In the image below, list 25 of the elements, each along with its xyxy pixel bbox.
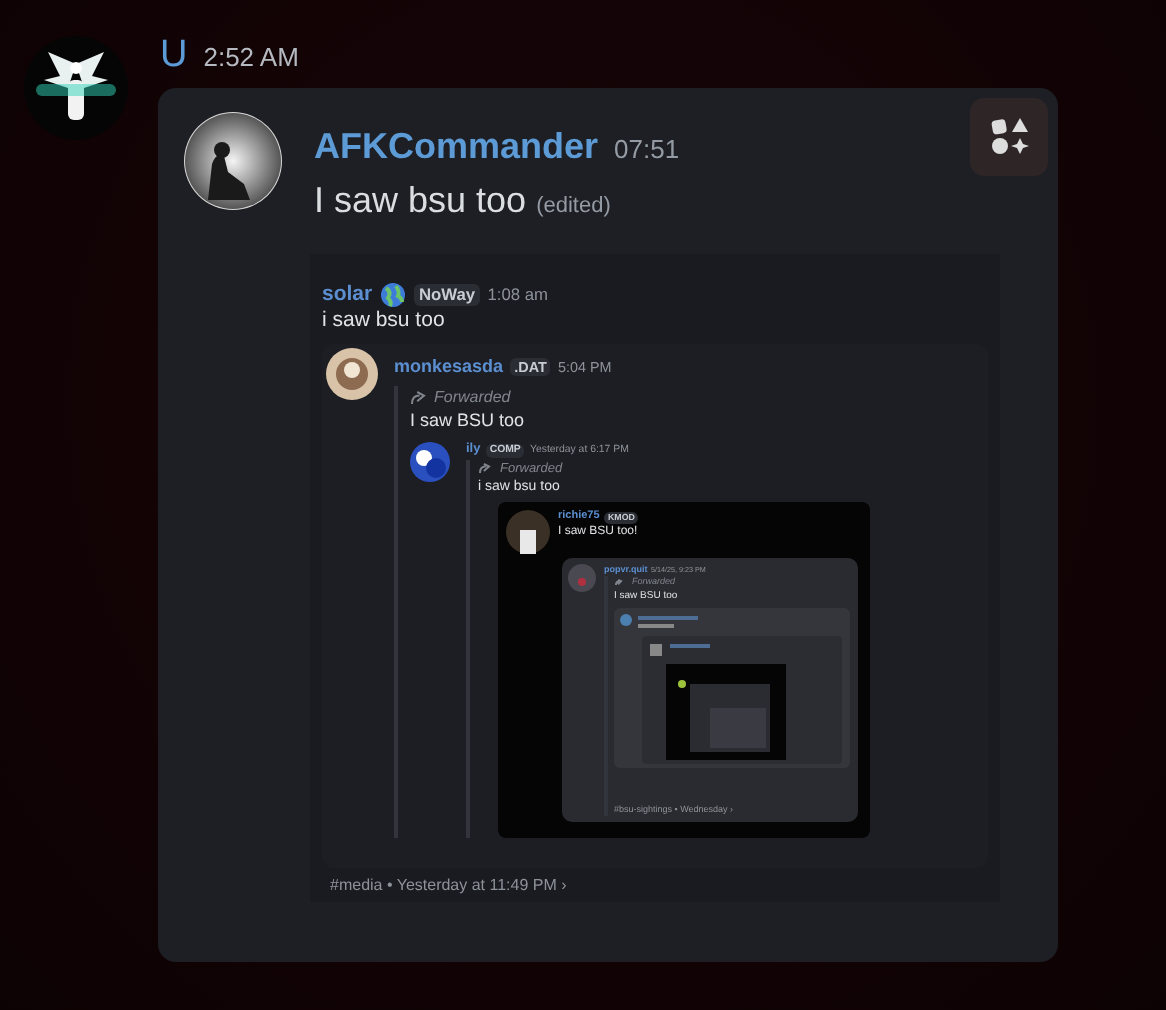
user-avatar — [410, 442, 450, 483]
username[interactable]: monkesasda — [394, 355, 504, 379]
forward-icon — [410, 390, 426, 407]
message-text: I saw BSU too — [410, 410, 527, 435]
timestamp: 1:08 am — [487, 283, 549, 306]
timestamp: 07:51 — [614, 131, 680, 167]
server-avatar — [24, 36, 128, 140]
user-avatar — [506, 510, 550, 555]
timestamp: 2:52 AM — [203, 40, 299, 76]
user-avatar — [568, 564, 596, 593]
channel-link[interactable]: #media • Yesterday at 11:49 PM › — [330, 873, 988, 898]
username[interactable]: solar — [322, 281, 373, 309]
apps-icon — [989, 116, 1029, 156]
username[interactable]: AFKCommander — [314, 119, 599, 173]
forward-icon — [478, 461, 492, 476]
username[interactable]: U — [160, 36, 188, 74]
apps-button[interactable] — [970, 97, 1048, 175]
message-text: i saw bsu too — [322, 308, 447, 336]
role-tag: NoWay — [414, 283, 480, 306]
forwarded-label: Forwarded — [434, 386, 511, 411]
user-avatar — [184, 111, 282, 209]
globe-icon — [380, 281, 407, 308]
message-text: I saw bsu too (edited) — [314, 177, 613, 223]
user-avatar — [326, 347, 378, 400]
forward-icon — [614, 578, 624, 589]
